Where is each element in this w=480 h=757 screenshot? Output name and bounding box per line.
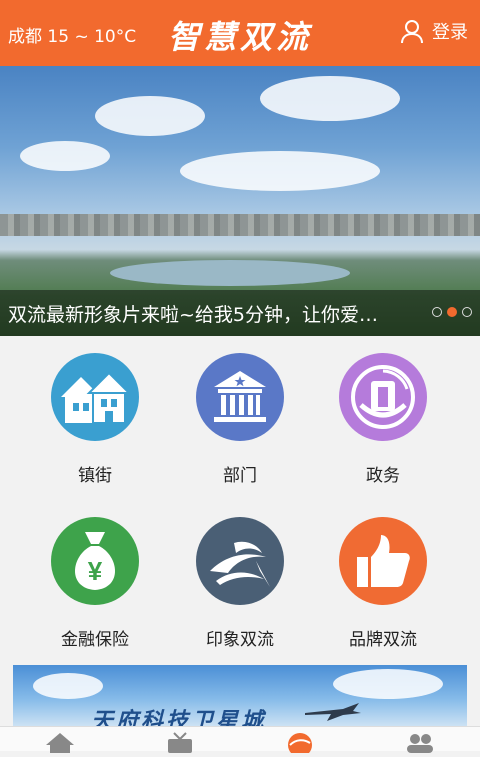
- bottom-tab-bar: [0, 726, 480, 757]
- carousel-dot[interactable]: [432, 307, 442, 317]
- lake: [110, 260, 350, 286]
- cloud: [95, 96, 205, 136]
- cloud: [20, 141, 110, 171]
- hero-carousel[interactable]: 双流最新形象片来啦~给我5分钟，让你爱…: [0, 66, 480, 336]
- cloud: [180, 151, 380, 191]
- cloud: [260, 76, 400, 121]
- caption-text: 双流最新形象片来啦~给我5分钟，让你爱…: [8, 304, 379, 326]
- carousel-caption[interactable]: 双流最新形象片来啦~给我5分钟，让你爱…: [0, 290, 480, 336]
- menu-item-towns[interactable]: 镇街: [15, 353, 175, 486]
- carousel-dots[interactable]: [432, 307, 472, 317]
- user-icon: [400, 19, 424, 43]
- city-skyline: [0, 214, 480, 236]
- menu-label: 镇街: [78, 466, 112, 486]
- svg-text:¥: ¥: [88, 556, 103, 586]
- carousel-dot[interactable]: [462, 307, 472, 317]
- menu-item-impression[interactable]: 印象双流: [160, 517, 320, 650]
- promo-text: 天府科技卫星城: [91, 708, 267, 727]
- menu-item-departments[interactable]: 部门: [160, 353, 320, 486]
- menu-label: 部门: [223, 466, 257, 486]
- menu-label: 品牌双流: [349, 630, 417, 650]
- menu-label: 印象双流: [206, 630, 274, 650]
- airplane-icon: [305, 703, 361, 721]
- carousel-dot-active[interactable]: [447, 307, 457, 317]
- government-building-icon: [196, 353, 284, 441]
- money-bag-icon: ¥: [51, 517, 139, 605]
- menu-item-brand[interactable]: 品牌双流: [303, 517, 463, 650]
- thumbs-up-icon: [339, 517, 427, 605]
- menu-label: 金融保险: [61, 630, 129, 650]
- menu-item-finance-insurance[interactable]: ¥ 金融保险: [15, 517, 175, 650]
- menu-label: 政务: [366, 466, 400, 486]
- bird-logo-icon: [196, 517, 284, 605]
- cloud: [33, 673, 103, 699]
- top-bar: 成都 15 ~ 10°C 智慧双流 登录: [0, 0, 480, 66]
- civic-emblem-icon: [339, 353, 427, 441]
- houses-icon: [51, 353, 139, 441]
- cloud: [333, 669, 443, 699]
- menu-item-government-affairs[interactable]: 政务: [303, 353, 463, 486]
- login-button[interactable]: 登录: [400, 18, 468, 44]
- login-label: 登录: [432, 22, 468, 43]
- promo-banner[interactable]: 天府科技卫星城: [13, 665, 467, 727]
